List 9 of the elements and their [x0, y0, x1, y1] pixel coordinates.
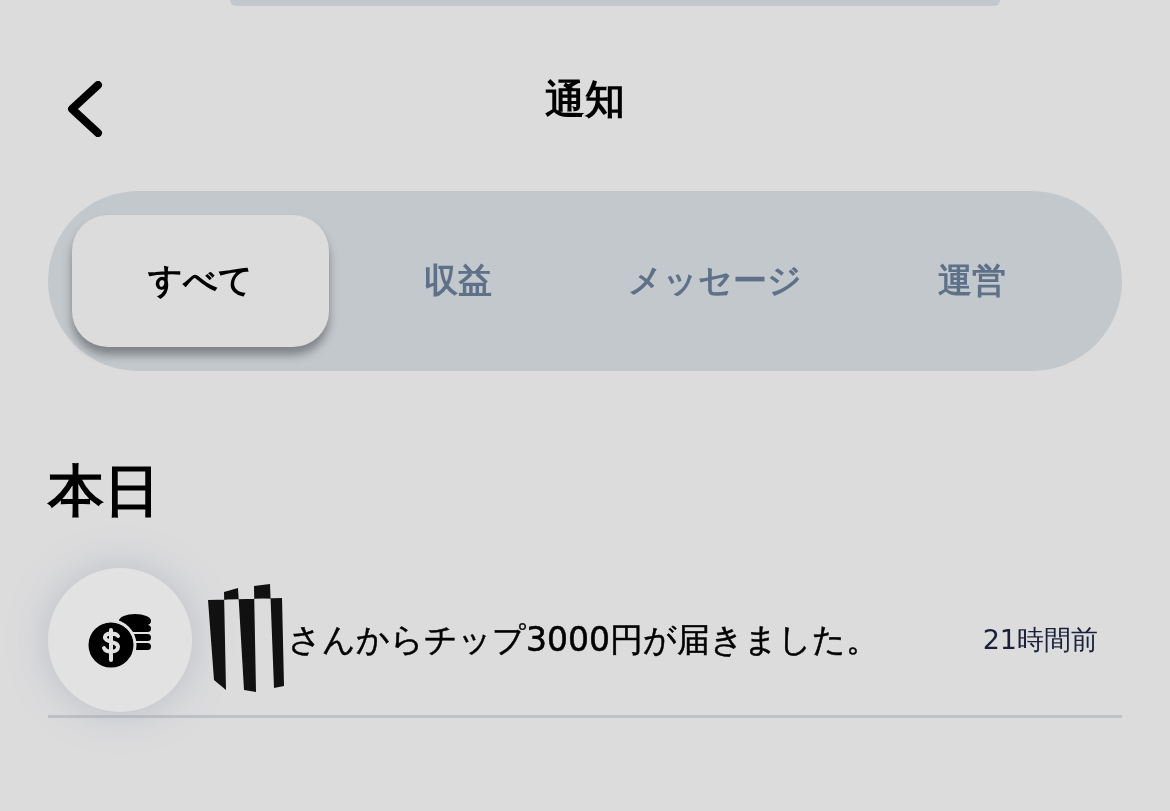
tab[interactable]: メッセージ: [586, 215, 843, 347]
page-title: 通知: [545, 78, 625, 119]
notification-time: 21時間前: [982, 623, 1098, 657]
tab[interactable]: 収益: [329, 215, 586, 347]
coins-icon: [87, 611, 153, 669]
tab[interactable]: 運営: [843, 215, 1100, 347]
notification-text: さんからチップ3000円が届きました。: [288, 618, 879, 661]
tab[interactable]: すべて: [72, 215, 329, 347]
section-heading: 本日: [48, 459, 161, 523]
